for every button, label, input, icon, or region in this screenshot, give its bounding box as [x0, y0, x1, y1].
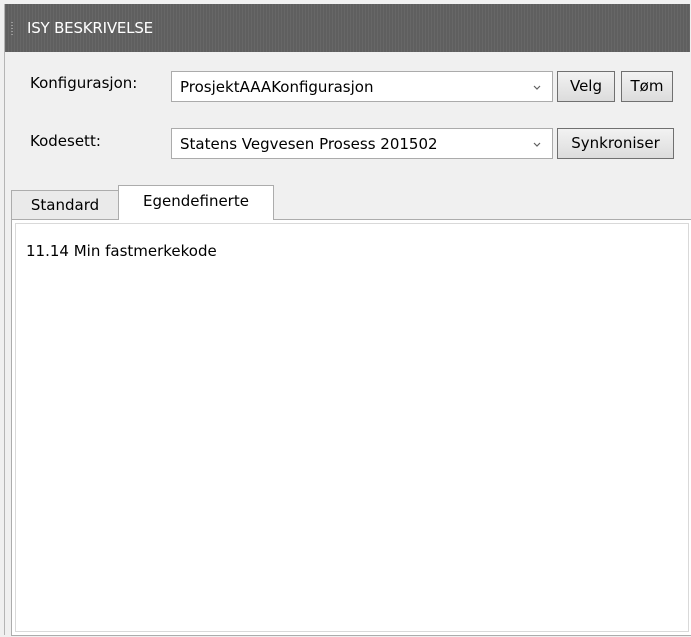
codeset-dropdown[interactable]: Statens Vegvesen Prosess 201502	[171, 128, 553, 159]
synkroniser-button[interactable]: Synkroniser	[557, 128, 674, 159]
panel-title: ISY BESKRIVELSE	[27, 19, 153, 37]
tab-content-list[interactable]: 11.14 Min fastmerkekode	[11, 219, 691, 636]
tab-standard[interactable]: Standard	[11, 190, 119, 220]
tab-egendefinerte[interactable]: Egendefinerte	[118, 185, 274, 220]
config-selected-value: ProsjektAAAKonfigurasjon	[180, 78, 374, 96]
chevron-down-icon	[533, 142, 541, 147]
chevron-down-icon	[533, 85, 541, 90]
panel-titlebar[interactable]: ISY BESKRIVELSE	[5, 4, 690, 52]
config-dropdown[interactable]: ProsjektAAAKonfigurasjon	[171, 71, 553, 102]
velg-button[interactable]: Velg	[557, 71, 615, 102]
drag-grip-icon[interactable]	[11, 22, 13, 36]
tom-button[interactable]: Tøm	[621, 71, 673, 102]
list-item[interactable]: 11.14 Min fastmerkekode	[26, 242, 217, 260]
isy-beskrivelse-panel: ISY BESKRIVELSE Konfigurasjon: ProsjektA…	[4, 4, 691, 636]
config-label: Konfigurasjon:	[30, 74, 138, 92]
codeset-label: Kodesett:	[30, 132, 101, 150]
codeset-selected-value: Statens Vegvesen Prosess 201502	[180, 135, 438, 153]
list-frame: 11.14 Min fastmerkekode	[15, 223, 689, 632]
